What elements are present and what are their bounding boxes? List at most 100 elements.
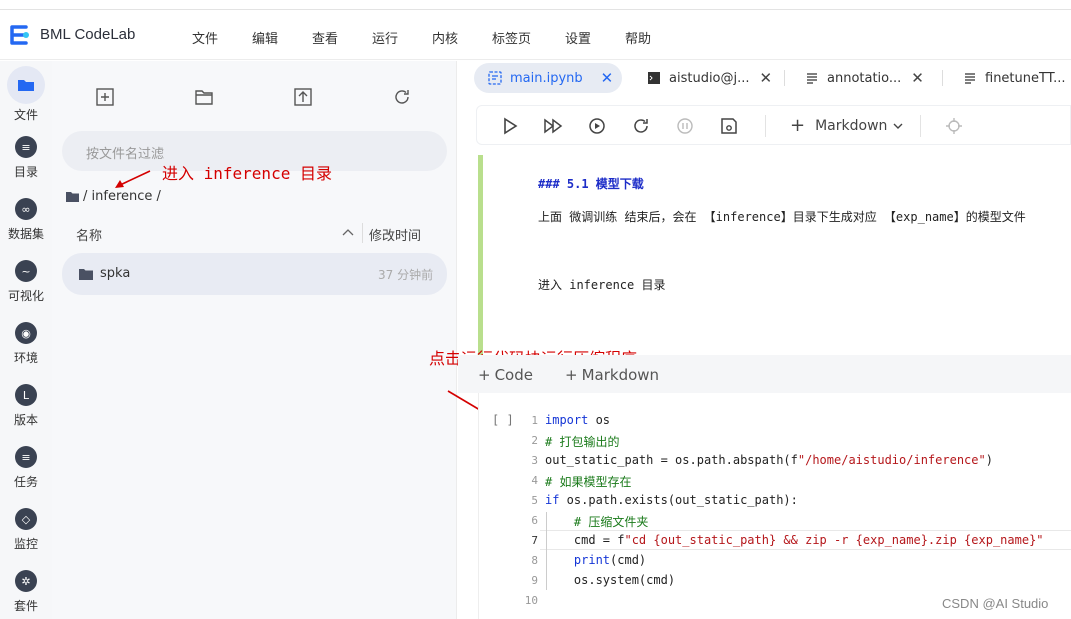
rail-item-env[interactable]: ◉ 环境 [0,322,52,366]
markdown-line-2: 进入 inference 目录 [538,278,666,292]
execution-prompt[interactable]: [ ] [492,413,514,427]
close-icon[interactable]: ✕ [601,69,614,87]
interrupt-icon[interactable] [674,115,696,137]
window-top-edge [0,0,1071,10]
code-line[interactable]: # 打包输出的 [545,433,619,450]
tab-terminal[interactable]: aistudio@j... ✕ [648,63,772,93]
menu-settings[interactable]: 设置 [565,28,591,47]
rail-item-version[interactable]: L 版本 [0,384,52,428]
document-tab-bar: main.ipynb ✕ aistudio@j... ✕ annotatio..… [458,61,1071,95]
code-token: # 压缩文件夹 [545,515,649,529]
activity-rail: 文件 ≡ 目录 ∞ 数据集 ~ 可视化 ◉ 环境 L 版本 ≡ 任务 ◇ 监控 … [0,61,52,619]
menu-kernel[interactable]: 内核 [432,28,458,47]
chart-icon: ~ [15,260,37,282]
line-number: 9 [531,574,538,587]
restart-icon[interactable] [630,115,652,137]
save-icon[interactable] [718,115,740,137]
folder-icon [7,66,45,104]
rail-item-monitor[interactable]: ◇ 监控 [0,508,52,552]
plus-icon: + [478,366,491,384]
line-number: 3 [531,454,538,467]
rail-item-toc[interactable]: ≡ 目录 [0,136,52,180]
code-token: (cmd) [610,553,647,567]
add-markdown-button[interactable]: + Markdown [565,366,659,384]
tab-finetune[interactable]: finetuneTT... [964,63,1066,93]
new-launcher-icon[interactable] [95,87,115,107]
add-markdown-label: Markdown [581,366,660,384]
toolbar-divider [765,115,766,137]
menu-view[interactable]: 查看 [312,28,338,47]
line-number: 10 [524,594,538,607]
markdown-cell[interactable]: ### 5.1 模型下载 上面 微调训练 结束后，会在 【inference】目… [478,155,1071,355]
tab-label: finetuneTT... [985,70,1066,86]
dataset-icon: ∞ [15,198,37,220]
task-icon: ≡ [15,446,37,468]
cell-type-select[interactable]: + Markdown [790,115,903,136]
add-code-button[interactable]: + Code [478,366,533,384]
rail-item-visual[interactable]: ~ 可视化 [0,260,52,304]
column-header-name[interactable]: 名称 [76,225,102,244]
rail-label-suite: 套件 [13,599,38,613]
code-line[interactable]: import os [545,413,610,427]
tab-main-ipynb[interactable]: main.ipynb ✕ [474,63,622,93]
run-icon[interactable] [499,115,521,137]
column-header-modified[interactable]: 修改时间 [369,225,421,244]
menu-file[interactable]: 文件 [192,28,218,47]
code-token: import [545,413,589,427]
brand-name[interactable]: BML CodeLab [40,26,135,43]
monitor-icon: ◇ [15,508,37,530]
code-line[interactable]: os.system(cmd) [545,573,675,587]
watermark: CSDN @AI Studio [942,596,1049,611]
code-token: print [573,553,611,567]
code-line[interactable]: cmd = f"cd {out_static_path} && zip -r {… [545,533,1044,547]
restart-run-icon[interactable] [586,115,608,137]
locate-icon[interactable] [943,115,965,137]
code-line[interactable]: # 如果模型存在 [545,473,631,490]
breadcrumb-path[interactable]: / inference / [83,189,161,204]
rail-label-version: 版本 [13,413,38,427]
menu-tabs[interactable]: 标签页 [492,28,531,47]
add-code-label: Code [494,366,533,384]
top-menubar: BML CodeLab 文件 编辑 查看 运行 内核 标签页 设置 帮助 [0,10,1071,60]
new-folder-icon[interactable] [194,87,214,107]
text-file-icon [965,73,975,84]
code-line[interactable]: if os.path.exists(out_static_path): [545,493,798,507]
folder-icon [66,192,79,202]
menu-edit[interactable]: 编辑 [252,28,278,47]
code-token: "/home/aistudio/inference" [797,453,986,467]
rail-item-files[interactable]: 文件 [0,66,52,123]
code-line[interactable]: # 压缩文件夹 [545,513,648,530]
tab-label: aistudio@j... [669,70,750,86]
sort-up-icon[interactable] [342,228,354,236]
rail-item-datasets[interactable]: ∞ 数据集 [0,198,52,242]
text-file-icon [807,73,817,84]
rail-item-suite[interactable]: ✲ 套件 [0,570,52,614]
codelab-logo-icon [10,25,29,45]
code-token: ) [985,453,993,467]
rail-item-task[interactable]: ≡ 任务 [0,446,52,490]
tab-separator [942,70,943,86]
code-token: "cd {out_static_path} && zip -r {exp_nam… [624,533,1044,547]
line-number: 6 [531,514,538,527]
run-all-icon[interactable] [542,115,564,137]
code-line[interactable]: print(cmd) [545,553,646,567]
file-modified-time: 37 分钟前 [378,268,434,282]
close-icon[interactable]: ✕ [911,69,924,87]
refresh-icon[interactable] [392,87,412,107]
menu-help[interactable]: 帮助 [625,28,651,47]
line-number: 7 [531,534,538,547]
upload-icon[interactable] [293,87,313,107]
file-row-spka[interactable]: spka 37 分钟前 [62,253,447,295]
close-icon[interactable]: ✕ [760,69,773,87]
line-number: 4 [531,474,538,487]
breadcrumb[interactable]: / inference / [66,189,161,204]
menu-run[interactable]: 运行 [372,28,398,47]
tab-annotation[interactable]: annotatio... ✕ [806,63,924,93]
code-line[interactable]: out_static_path = os.path.abspath(f"/hom… [545,453,993,467]
code-token: os.system(cmd) [545,573,676,587]
code-token: cmd = f [545,533,625,547]
notebook-toolbar: + Markdown [476,105,1071,145]
annotation-enter-dir-text: 进入 inference 目录 [162,164,332,183]
line-number: 1 [531,414,538,427]
tab-label: annotatio... [827,70,902,86]
